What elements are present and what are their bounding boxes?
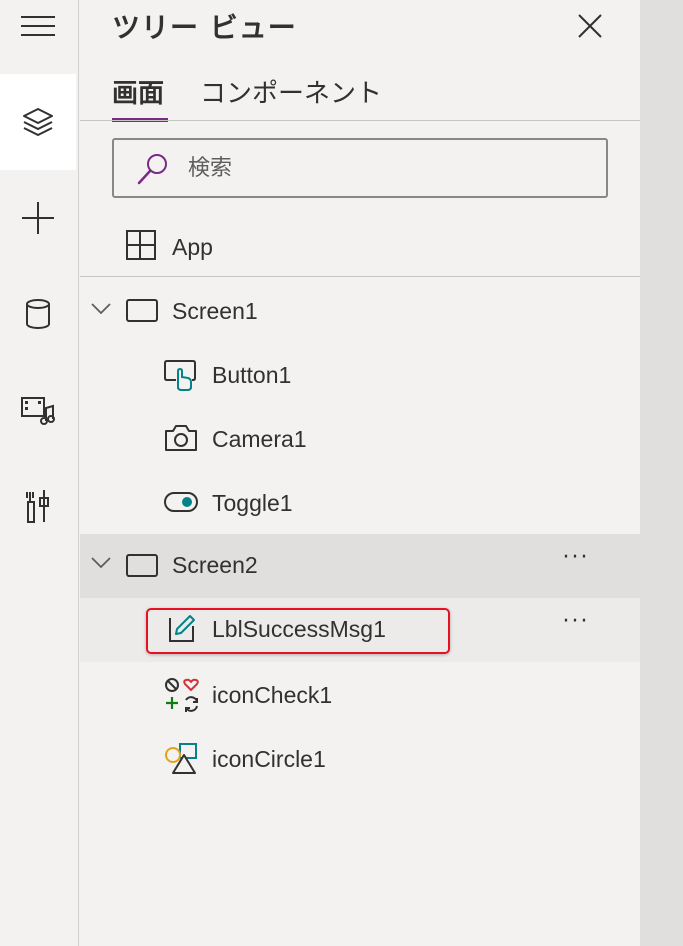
tree-view-rail-button[interactable] [0, 74, 76, 170]
tree-item-iconcheck1[interactable]: iconCheck1 [80, 664, 640, 728]
tree-item-app[interactable]: App [80, 216, 640, 276]
tree-item-screen1[interactable]: Screen1 [80, 280, 640, 344]
tree-item-label: iconCheck1 [212, 682, 333, 708]
tab-screens[interactable]: 画面 [112, 74, 164, 114]
hamburger-menu-button[interactable] [0, 0, 76, 52]
tree-item-label: App [172, 234, 213, 260]
left-rail [0, 0, 79, 946]
tree-item-toggle1[interactable]: Toggle1 [80, 472, 640, 536]
tree-item-label: Screen2 [172, 552, 258, 578]
toggle-icon [164, 492, 198, 512]
tree-view-panel: ツリー ビュー 画面 コンポーネント App Screen1 [80, 0, 640, 946]
database-icon [26, 299, 50, 329]
layers-icon [23, 108, 53, 136]
close-icon [578, 14, 602, 38]
tree-item-label: Button1 [212, 362, 292, 388]
shapes-icon [165, 743, 197, 774]
tree-item-button1[interactable]: Button1 [80, 344, 640, 408]
search-input[interactable] [186, 152, 590, 184]
advanced-tools-rail-button[interactable] [0, 458, 76, 554]
chevron-down-icon[interactable] [90, 302, 112, 316]
insert-rail-button[interactable] [0, 170, 76, 266]
search-icon [137, 154, 167, 185]
search-box [112, 138, 608, 198]
chevron-down-icon[interactable] [90, 556, 112, 570]
button-icon [164, 360, 196, 391]
more-options-button[interactable]: ··· [560, 547, 592, 578]
icons-group-icon [165, 678, 199, 712]
highlight-annotation-box [146, 608, 450, 654]
tree-item-lblsuccessmsg1[interactable]: LblSuccessMsg1 ··· [80, 598, 640, 662]
media-rail-button[interactable] [0, 362, 76, 458]
media-icon [21, 397, 55, 425]
tree-item-iconcircle1[interactable]: iconCircle1 [80, 728, 640, 792]
tools-icon [26, 490, 49, 523]
camera-icon [165, 425, 197, 451]
tree-item-screen2[interactable]: Screen2 ··· [80, 534, 640, 598]
more-options-button[interactable]: ··· [560, 611, 592, 642]
close-panel-button[interactable] [574, 10, 606, 42]
tab-components[interactable]: コンポーネント [200, 74, 382, 114]
app-divider [80, 276, 640, 277]
tabs-divider [80, 120, 640, 121]
data-rail-button[interactable] [0, 266, 76, 362]
screen-icon [126, 554, 158, 577]
hamburger-menu-icon [21, 16, 55, 36]
tree-item-label: Toggle1 [212, 490, 293, 516]
app-grid-icon [126, 230, 156, 260]
tree-item-label: Camera1 [212, 426, 307, 452]
screen-icon [126, 299, 158, 322]
tree-item-camera1[interactable]: Camera1 [80, 408, 640, 472]
tree-item-label: Screen1 [172, 298, 258, 324]
tree-item-label: iconCircle1 [212, 746, 326, 772]
panel-title: ツリー ビュー [112, 11, 297, 44]
canvas-edge [640, 0, 683, 946]
plus-icon [22, 202, 54, 234]
